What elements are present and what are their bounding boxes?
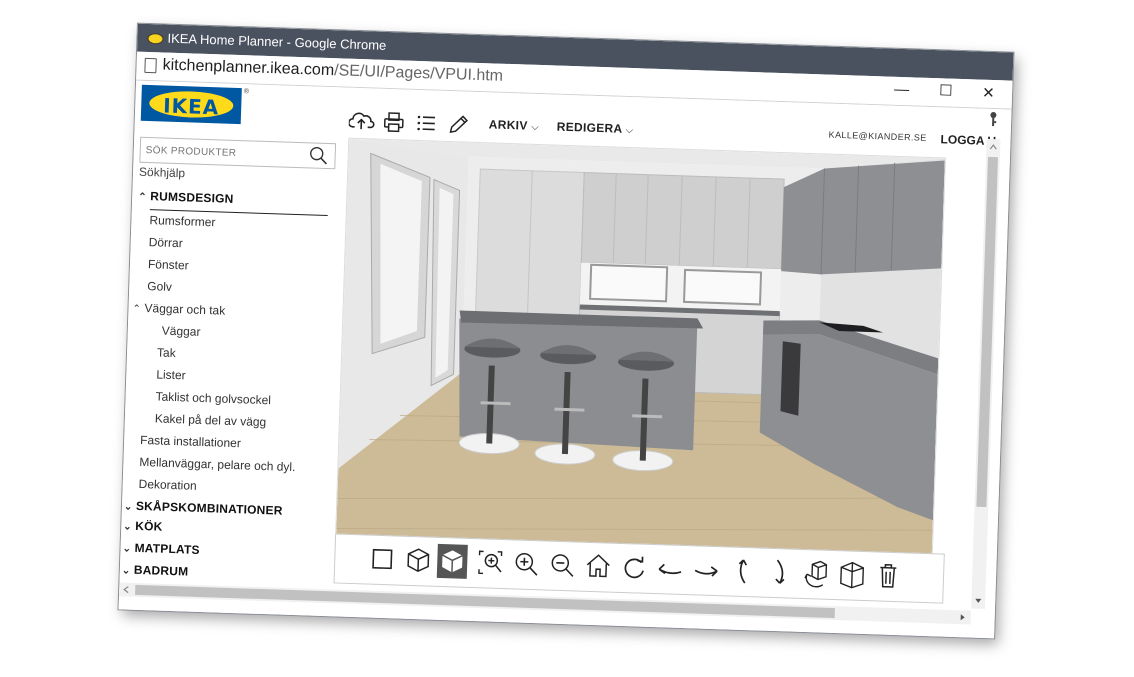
chevron-up-icon: ⌃ (138, 191, 147, 204)
sidebar-item-vaggar-och-tak[interactable]: ⌃ Väggar och tak (132, 301, 225, 318)
sidebar-item-fonster[interactable]: Fönster (148, 257, 189, 272)
2d-view-icon[interactable] (367, 542, 398, 577)
walls-view-icon[interactable] (837, 557, 868, 592)
chevron-down-icon: ⌄ (122, 543, 132, 555)
section-rumsdesign[interactable]: ⌃ RUMSDESIGN (138, 189, 234, 206)
vertical-scrollbar[interactable] (971, 138, 1001, 610)
section-matplats[interactable]: ⌄ MATPLATS (122, 540, 200, 557)
sidebar-item-dorrar[interactable]: Dörrar (148, 235, 182, 250)
url-path: /SE/UI/Pages/VPUI.htm (333, 62, 504, 85)
chevron-down-icon: ⌵ (531, 121, 540, 133)
delete-icon[interactable] (873, 558, 904, 593)
url-host: kitchenplanner.ikea.com (162, 56, 335, 80)
user-email: KALLE@KIANDER.SE (828, 129, 927, 143)
section-kok-label: KÖK (135, 518, 163, 534)
sidebar-item-golv[interactable]: Golv (147, 279, 172, 294)
chevron-down-icon: ⌄ (123, 521, 133, 533)
pencil-icon[interactable] (446, 113, 471, 136)
search-icon[interactable] (308, 145, 329, 166)
key-icon[interactable] (987, 111, 1000, 127)
section-badrum[interactable]: ⌄ BADRUM (121, 562, 189, 579)
chevron-down-icon: ⌄ (121, 565, 131, 577)
sidebar-item-tak[interactable]: Tak (157, 345, 176, 360)
3d-solid-view-icon[interactable] (436, 543, 468, 579)
list-icon[interactable] (414, 112, 439, 135)
sidebar-item-taklist[interactable]: Taklist och golvsockel (155, 389, 271, 407)
sidebar-item-rumsformer[interactable]: Rumsformer (149, 213, 215, 229)
chevron-down-icon: ⌵ (625, 124, 634, 137)
wall-window-2 (682, 268, 763, 306)
sidebar-item-mellanvaggar[interactable]: Mellanväggar, pelare och dyl. (139, 455, 295, 474)
chevron-up-icon: ⌃ (132, 303, 142, 315)
zoom-fit-icon[interactable] (475, 545, 506, 580)
section-kok[interactable]: ⌄ KÖK (123, 518, 163, 534)
minimize-button[interactable]: — (894, 81, 910, 98)
logo-registered-mark: ® (243, 88, 250, 96)
rotate-right-icon[interactable] (619, 550, 650, 585)
print-icon[interactable] (382, 111, 407, 134)
search-input[interactable] (143, 139, 299, 166)
kitchen-render (335, 138, 945, 579)
sidebar-item-kakel[interactable]: Kakel på del av vägg (155, 411, 267, 429)
tilt-up-icon[interactable] (729, 554, 760, 589)
section-rumsdesign-label: RUMSDESIGN (150, 189, 234, 206)
sidebar-item-dekoration[interactable]: Dekoration (138, 477, 196, 493)
pan-left-icon[interactable] (655, 551, 686, 586)
cloud-upload-icon[interactable] (348, 110, 375, 133)
tilt-down-icon[interactable] (765, 555, 796, 590)
wall-window-1 (589, 263, 669, 303)
kitchen-3d-viewport[interactable] (334, 137, 946, 580)
window-title: IKEA Home Planner - Google Chrome (167, 30, 387, 53)
3d-view-icon[interactable] (403, 543, 434, 578)
sidebar-item-fasta[interactable]: Fasta installationer (140, 433, 241, 450)
page-icon (144, 57, 157, 74)
browser-window: IKEA Home Planner - Google Chrome kitche… (118, 23, 1014, 639)
home-view-icon[interactable] (583, 549, 614, 584)
app-area: IKEA ® ARKIV ⌵ REDIGERA ⌵ KALLE@KIANDER.… (118, 80, 1012, 639)
menu-arkiv[interactable]: ARKIV ⌵ (489, 117, 540, 133)
section-badrum-label: BADRUM (133, 562, 189, 579)
zoom-out-icon[interactable] (547, 548, 578, 583)
section-skapskombinationer[interactable]: ⌄ SKÅPSKOMBINATIONER (123, 498, 283, 518)
sidebar-item-lister[interactable]: Lister (156, 367, 186, 382)
oven (780, 341, 801, 416)
menu-arkiv-label: ARKIV (488, 117, 528, 133)
screenshot-stage: IKEA Home Planner - Google Chrome kitche… (0, 0, 1134, 677)
chevron-down-icon: ⌄ (123, 501, 133, 513)
maximize-button[interactable]: ☐ (939, 81, 953, 99)
menu-redigera-label: REDIGERA (556, 119, 623, 136)
sidebar-item-vaggar-och-tak-label: Väggar och tak (144, 301, 226, 318)
window-pane-left (380, 163, 422, 344)
section-skapskombinationer-label: SKÅPSKOMBINATIONER (135, 498, 283, 518)
sidebar-item-vaggar[interactable]: Väggar (162, 324, 201, 339)
ikea-logo[interactable]: IKEA ® (140, 84, 249, 125)
logo-text: IKEA (162, 93, 220, 120)
ikea-app-icon (147, 32, 164, 45)
close-button[interactable]: ✕ (982, 84, 995, 102)
upper-cabinets (580, 172, 785, 270)
rotate-object-icon[interactable] (801, 556, 832, 591)
search-help-link[interactable]: Sökhjälp (139, 165, 185, 181)
product-search (139, 136, 337, 170)
pan-right-icon[interactable] (691, 552, 722, 587)
menu-redigera[interactable]: REDIGERA ⌵ (557, 120, 634, 137)
section-matplats-label: MATPLATS (134, 540, 200, 557)
zoom-in-icon[interactable] (511, 546, 542, 581)
